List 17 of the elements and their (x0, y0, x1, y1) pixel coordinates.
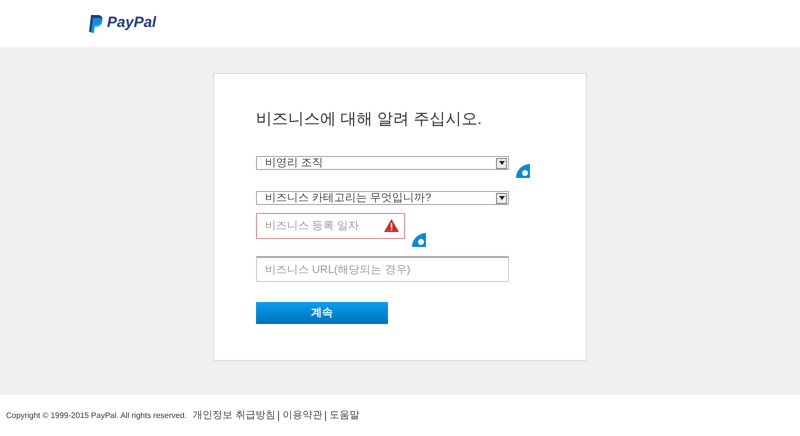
side-icon (412, 233, 426, 247)
form-title: 비즈니스에 대해 알려 주십시오. (256, 110, 483, 130)
input-field[interactable]: 비즈니스 URL(해당되는 경우) (256, 256, 509, 282)
input-field[interactable]: 비즈니스 등록 일자 (256, 213, 405, 239)
footer-link[interactable]: 개인정보 취급방침 (192, 410, 278, 420)
caret-icon (496, 158, 507, 168)
logo-icon (88, 14, 104, 32)
caret-icon (496, 192, 507, 204)
dropdown[interactable]: 비영리 조직 (256, 156, 509, 170)
side-icon (516, 164, 530, 178)
copyright-text: Copyright © 1999-2015 PayPal. All rights reserved. (6, 410, 187, 422)
dropdown[interactable]: 비즈니스 카테고리는 무엇입니까? (256, 191, 509, 205)
continue-button[interactable]: 계속 (256, 302, 388, 324)
logo: PayPal (107, 13, 156, 34)
footer-link[interactable]: 도움말 (325, 410, 362, 420)
warning-icon (384, 219, 399, 232)
footer-link[interactable]: 이용약관 (278, 410, 326, 420)
